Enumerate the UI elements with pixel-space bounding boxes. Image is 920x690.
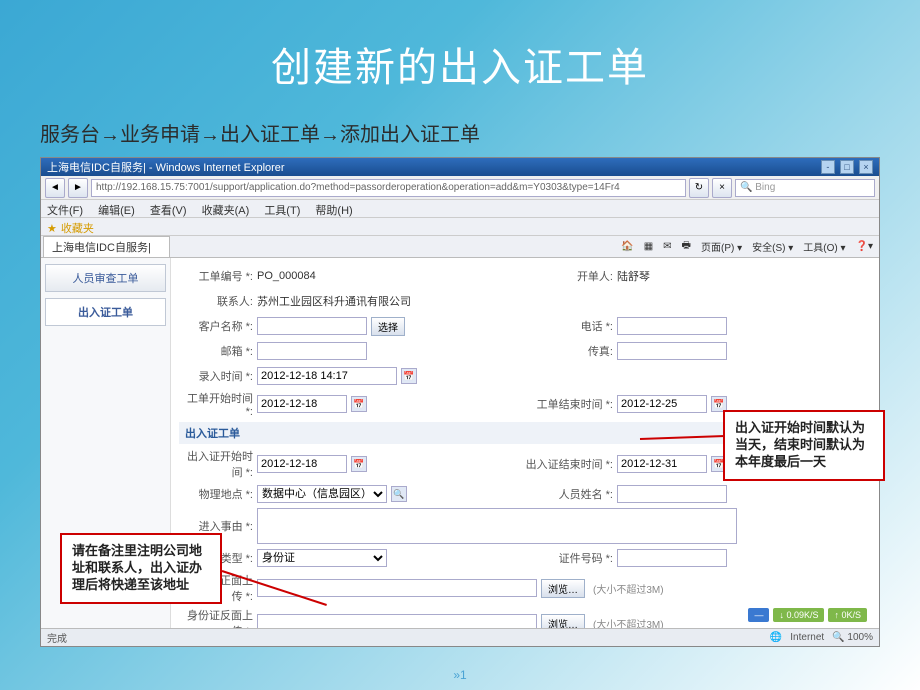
location-select[interactable]: 数据中心（信息园区） bbox=[257, 485, 387, 503]
end-label: 工单结束时间 *: bbox=[457, 396, 617, 412]
hint: (大小不超过3M) bbox=[593, 581, 664, 596]
menu-help[interactable]: 帮助(H) bbox=[315, 205, 352, 217]
slide-title: 创建新的出入证工单 bbox=[40, 35, 880, 93]
menu-edit[interactable]: 编辑(E) bbox=[98, 205, 135, 217]
speed-widget: — ↓ 0.09K/S ↑ 0K/S bbox=[748, 608, 867, 622]
calendar-icon[interactable]: 📅 bbox=[401, 368, 417, 384]
menu-tools[interactable]: 工具(T) bbox=[264, 205, 300, 217]
input-time-field[interactable] bbox=[257, 367, 397, 385]
breadcrumb: 服务台→业务申请→出入证工单→添加出入证工单 bbox=[40, 118, 880, 147]
favorites-bar: ★收藏夹 bbox=[41, 218, 879, 236]
email-label: 邮箱 *: bbox=[179, 343, 257, 359]
close-icon[interactable]: × bbox=[859, 160, 873, 174]
id-no-label: 证件号码 *: bbox=[457, 550, 617, 566]
pass-end-label: 出入证结束时间 *: bbox=[457, 456, 617, 472]
fax-input[interactable] bbox=[617, 342, 727, 360]
window-controls: - □ × bbox=[819, 160, 873, 174]
home-button[interactable]: 🏠 bbox=[621, 241, 633, 252]
star-icon[interactable]: ★ bbox=[47, 223, 57, 235]
creator-label: 开单人: bbox=[457, 268, 617, 284]
zoom-level[interactable]: 🔍 100% bbox=[832, 632, 873, 643]
address-bar[interactable]: http://192.168.15.75:7001/support/applic… bbox=[91, 179, 686, 197]
menu-view[interactable]: 查看(V) bbox=[150, 205, 187, 217]
reason-textarea[interactable] bbox=[257, 508, 737, 544]
minimize-icon[interactable]: - bbox=[821, 160, 835, 174]
pass-start-input[interactable] bbox=[257, 455, 347, 473]
customer-input[interactable] bbox=[257, 317, 367, 335]
globe-icon: 🌐 bbox=[770, 632, 782, 643]
contact-value: 苏州工业园区科升通讯有限公司 bbox=[257, 293, 871, 309]
person-label: 人员姓名 *: bbox=[457, 486, 617, 502]
safety-menu[interactable]: 安全(S) ▾ bbox=[752, 239, 793, 254]
status-done: 完成 bbox=[47, 630, 67, 645]
speed-up: ↑ 0K/S bbox=[828, 608, 867, 622]
help-menu[interactable]: ❓▾ bbox=[856, 241, 873, 252]
select-button[interactable]: 选择 bbox=[371, 317, 405, 336]
start-label: 工单开始时间 *: bbox=[179, 390, 257, 418]
id-type-select[interactable]: 身份证 bbox=[257, 549, 387, 567]
customer-label: 客户名称 *: bbox=[179, 318, 257, 334]
calendar-icon[interactable]: 📅 bbox=[351, 396, 367, 412]
page-menu[interactable]: 页面(P) ▾ bbox=[701, 239, 742, 254]
feed-button[interactable]: ▦ bbox=[644, 241, 653, 252]
tel-label: 电话 *: bbox=[457, 318, 617, 334]
location-label: 物理地点 *: bbox=[179, 486, 257, 502]
tel-input[interactable] bbox=[617, 317, 727, 335]
mail-button[interactable]: ✉ bbox=[663, 241, 671, 252]
tools-menu[interactable]: 工具(O) ▾ bbox=[803, 239, 845, 254]
forward-button[interactable]: ► bbox=[68, 178, 88, 198]
creator-value: 陆舒琴 bbox=[617, 268, 871, 284]
order-no-label: 工单编号 *: bbox=[179, 268, 257, 284]
search-icon[interactable]: 🔍 bbox=[391, 486, 407, 502]
maximize-icon[interactable]: □ bbox=[840, 160, 854, 174]
search-box[interactable]: 🔍 Bing bbox=[735, 179, 875, 197]
start-date-input[interactable] bbox=[257, 395, 347, 413]
menu-bar: 文件(F) 编辑(E) 查看(V) 收藏夹(A) 工具(T) 帮助(H) bbox=[41, 200, 879, 218]
status-bar: 完成 🌐 Internet 🔍 100% bbox=[41, 628, 879, 646]
contact-label: 联系人: bbox=[179, 293, 257, 309]
menu-file[interactable]: 文件(F) bbox=[47, 205, 83, 217]
print-button[interactable]: 🖶 bbox=[682, 238, 691, 255]
nav-bar: ◄ ► http://192.168.15.75:7001/support/ap… bbox=[41, 176, 879, 200]
speed-down: ↓ 0.09K/S bbox=[773, 608, 824, 622]
person-input[interactable] bbox=[617, 485, 727, 503]
window-title: 上海电信IDC自服务| - Windows Internet Explorer bbox=[47, 159, 285, 175]
window-titlebar: 上海电信IDC自服务| - Windows Internet Explorer … bbox=[41, 158, 879, 176]
back-button[interactable]: ◄ bbox=[45, 178, 65, 198]
callout-right: 出入证开始时间默认为当天，结束时间默认为本年度最后一天 bbox=[723, 410, 885, 481]
id-no-input[interactable] bbox=[617, 549, 727, 567]
end-date-input[interactable] bbox=[617, 395, 707, 413]
calendar-icon[interactable]: 📅 bbox=[351, 456, 367, 472]
page-number: »1 bbox=[453, 668, 466, 682]
minimize-widget[interactable]: — bbox=[748, 608, 769, 622]
fax-label: 传真: bbox=[457, 343, 617, 359]
menu-fav[interactable]: 收藏夹(A) bbox=[202, 205, 250, 217]
tab-row: 上海电信IDC自服务| 🏠 ▦ ✉ 🖶 页面(P) ▾ 安全(S) ▾ 工具(O… bbox=[41, 236, 879, 258]
sidebar-item-pass[interactable]: 出入证工单 bbox=[45, 298, 166, 326]
order-no-value: PO_000084 bbox=[257, 270, 457, 282]
refresh-button[interactable]: ↻ bbox=[689, 178, 709, 198]
active-tab[interactable]: 上海电信IDC自服务| bbox=[43, 236, 170, 257]
browse-button[interactable]: 浏览… bbox=[541, 579, 585, 598]
pass-end-input[interactable] bbox=[617, 455, 707, 473]
stop-button[interactable]: × bbox=[712, 178, 732, 198]
callout-left: 请在备注里注明公司地址和联系人，出入证办理后将快递至该地址 bbox=[60, 533, 222, 604]
zone: Internet bbox=[790, 632, 824, 643]
tab-tools: 🏠 ▦ ✉ 🖶 页面(P) ▾ 安全(S) ▾ 工具(O) ▾ ❓▾ bbox=[615, 236, 879, 257]
pass-start-label: 出入证开始时间 *: bbox=[179, 448, 257, 480]
email-input[interactable] bbox=[257, 342, 367, 360]
sidebar-item-review[interactable]: 人员审查工单 bbox=[45, 264, 166, 292]
input-time-label: 录入时间 *: bbox=[179, 368, 257, 384]
reason-label: 进入事由 *: bbox=[179, 518, 257, 534]
